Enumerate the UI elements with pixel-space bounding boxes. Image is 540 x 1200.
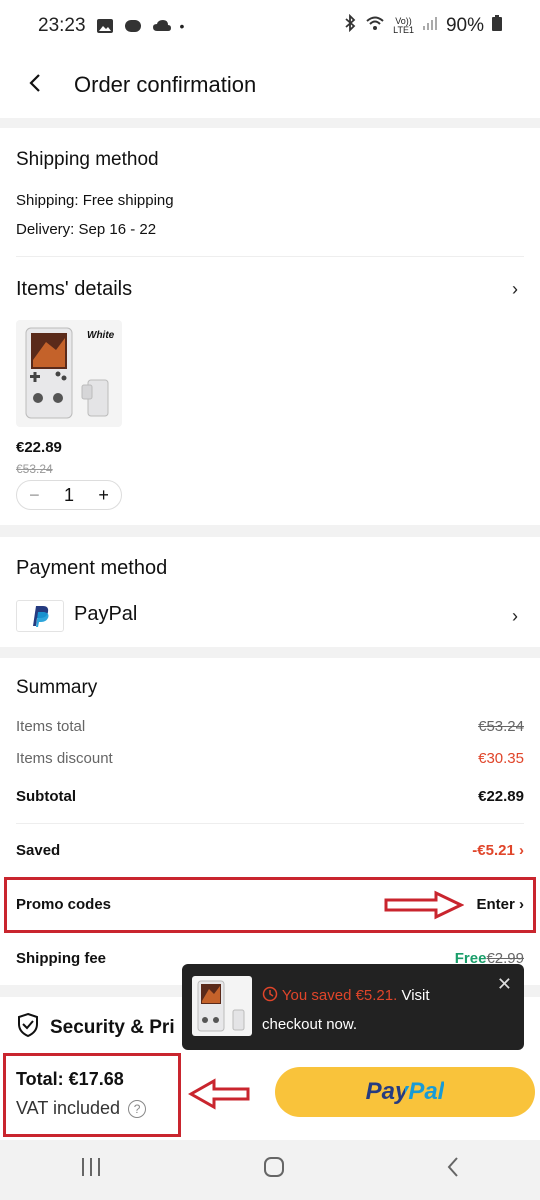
close-icon[interactable]: ✕ [497,974,512,995]
items-total-value: €53.24 [478,718,524,735]
annotation-arrow-promo [384,890,465,925]
popup-message: You saved €5.21. Visit checkout now. [262,982,472,1038]
shield-check-icon [16,1012,40,1043]
delivery-line: Delivery: Sep 16 - 22 [16,221,157,238]
network-label: Vo)) LTE1 [393,17,414,35]
saved-value: -€5.21 [472,842,515,859]
items-discount-row: Items discount €30.35 [16,750,524,767]
security-row[interactable]: Security & Pri [16,1012,175,1043]
chevron-left-icon [28,73,42,98]
saved-row[interactable]: Saved -€5.21 › [16,842,524,859]
annotation-box-total [3,1053,181,1137]
section-divider [0,647,540,658]
saved-value-wrap: -€5.21 › [472,842,524,859]
section-divider [0,118,540,128]
quantity-value[interactable]: 1 [64,485,74,506]
items-discount-label: Items discount [16,750,113,767]
status-bar: 23:23 • Vo)) LTE1 90% [0,0,540,52]
cloud-icon [152,18,171,34]
payment-title: Payment method [16,557,168,579]
chevron-right-icon[interactable]: › [512,606,518,627]
saved-label: Saved [16,842,61,859]
app-badge-icon [124,18,142,34]
shipping-title: Shipping method [16,149,159,170]
popup-product-image [192,976,252,1036]
chevron-right-icon[interactable]: › [512,279,518,300]
header: Order confirmation [0,52,540,118]
shipping-fee-label: Shipping fee [16,950,106,967]
product-old-price: €53.24 [16,462,53,476]
section-divider [0,525,540,537]
items-total-label: Items total [16,718,86,735]
annotation-arrow-total [187,1077,250,1116]
popup-saved-text: You saved €5.21. [281,987,398,1004]
savings-popup[interactable]: You saved €5.21. Visit checkout now. ✕ [182,964,524,1058]
items-discount-value: €30.35 [478,750,524,767]
product-image[interactable]: White [16,320,122,427]
items-title: Items' details [16,278,133,300]
items-total-row: Items total €53.24 [16,718,524,735]
quantity-stepper: − 1 + [16,480,122,510]
image-icon [96,18,114,34]
bluetooth-icon [343,13,357,38]
security-title: Security & Pri [50,1016,175,1038]
decrease-button[interactable]: − [29,485,40,506]
chevron-right-icon: › [519,842,524,859]
paypal-checkout-button[interactable]: PayPal [275,1067,535,1117]
back-nav-icon[interactable] [446,1156,460,1185]
payment-method-name: PayPal [74,603,138,625]
battery-icon [492,15,502,37]
shipping-line: Shipping: Free shipping [16,192,174,209]
clock-icon [262,984,278,1011]
recent-apps-icon[interactable] [80,1156,102,1184]
payment-section[interactable]: Payment method › [0,537,540,647]
home-icon[interactable] [262,1155,286,1186]
increase-button[interactable]: + [98,485,109,506]
product-price: €22.89 [16,439,62,456]
battery-percent: 90% [445,15,484,36]
subtotal-label: Subtotal [16,788,76,805]
dot-icon: • [179,18,185,34]
subtotal-value: €22.89 [478,788,524,805]
paypal-button-text: PayPal [365,1078,445,1105]
bottom-checkout-bar: Total: €17.68 VAT included ? PayPal [0,1050,540,1140]
page-title: Order confirmation [74,72,257,97]
signal-icon [422,15,438,37]
lte-label: LTE1 [393,25,414,35]
paypal-logo-icon [16,600,64,632]
back-button[interactable] [0,52,70,118]
subtotal-row: Subtotal €22.89 [16,788,524,805]
product-label: White [87,330,115,341]
status-time: 23:23 [38,15,86,36]
shipping-section: Shipping method Shipping: Free shipping … [0,128,540,256]
summary-title: Summary [16,677,98,698]
divider [16,823,524,824]
wifi-icon [365,15,385,37]
system-nav-bar [0,1140,540,1200]
